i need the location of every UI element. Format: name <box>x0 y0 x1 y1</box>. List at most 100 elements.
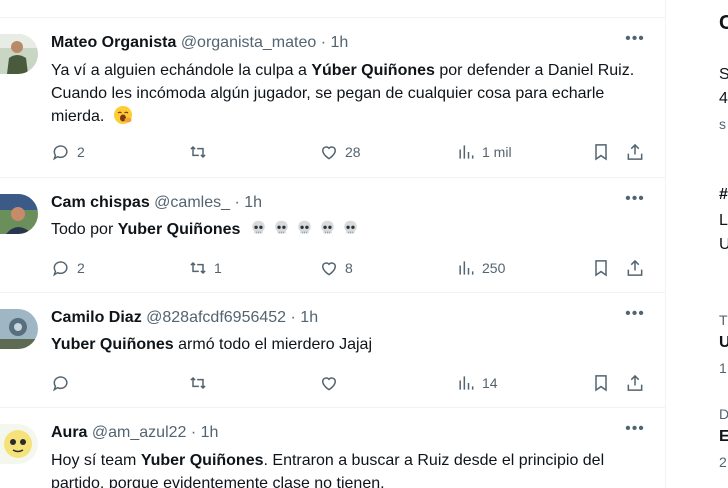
author-name[interactable]: Camilo Diaz <box>51 309 142 326</box>
reply-button[interactable] <box>51 371 77 395</box>
separator-dot: · <box>320 34 327 51</box>
tweet-text: Todo por Yuber Quiñones <box>51 218 651 241</box>
timestamp[interactable]: 1h <box>300 309 318 326</box>
right-sidebar-edge: C S 4 s # L U T U 1 D E 2 <box>667 0 728 488</box>
separator-dot: · <box>190 424 197 441</box>
text-part: Hoy sí team <box>51 452 141 469</box>
text-part: armó todo el mierdero Jajaj <box>173 336 372 353</box>
avatar-aura[interactable] <box>0 424 38 464</box>
like-button[interactable]: 8 <box>319 256 353 280</box>
sidebar-fragment: T <box>719 312 728 328</box>
timestamp[interactable]: 1h <box>330 34 348 51</box>
sidebar-fragment[interactable]: E <box>719 428 728 446</box>
sidebar-fragment: 2 <box>719 454 727 470</box>
retweet-icon <box>190 145 206 159</box>
like-button[interactable]: 28 <box>319 140 361 164</box>
share-icon <box>627 374 643 391</box>
retweet-button[interactable] <box>188 371 214 395</box>
reply-count: 2 <box>77 144 85 160</box>
author-name[interactable]: Cam chispas <box>51 194 150 211</box>
retweet-icon <box>190 376 206 390</box>
share-button[interactable] <box>625 371 645 395</box>
tweet-2[interactable]: Cam chispas @camles_ · 1h ••• Todo por Y… <box>0 178 665 293</box>
reply-count: 2 <box>77 260 85 276</box>
retweet-count: 1 <box>214 260 222 276</box>
tweet-feed: Mateo Organista @organista_mateo · 1h ••… <box>0 0 666 488</box>
skull-emoji-icon <box>275 220 288 234</box>
heart-icon <box>321 146 337 160</box>
views-count: 14 <box>482 375 498 391</box>
sidebar-fragment: S <box>719 66 728 83</box>
more-horizontal-icon[interactable]: ••• <box>624 306 646 327</box>
bookmark-icon <box>595 144 607 161</box>
sidebar-fragment: 4 <box>719 90 728 107</box>
sidebar-fragment: C <box>719 12 728 34</box>
bookmark-button[interactable] <box>591 256 611 280</box>
reply-button[interactable]: 2 <box>51 256 85 280</box>
tweet-text: Hoy sí team Yuber Quiñones. Entraron a b… <box>51 449 651 488</box>
more-horizontal-icon[interactable]: ••• <box>624 191 646 212</box>
like-count: 28 <box>345 144 361 160</box>
avatar-mateo[interactable] <box>0 34 38 74</box>
previous-tweet-edge <box>0 0 665 18</box>
sidebar-fragment: L <box>719 212 728 229</box>
tweet-3[interactable]: Camilo Diaz @828afcdf6956452 · 1h ••• Yu… <box>0 293 665 408</box>
separator-dot: · <box>290 309 296 326</box>
views-button[interactable]: 14 <box>456 371 498 395</box>
author-handle[interactable]: @organista_mateo <box>181 34 316 51</box>
retweet-icon <box>190 261 206 275</box>
text-part: Ya ví a alguien echándole la culpa a <box>51 62 312 79</box>
tweet-text: Ya ví a alguien echándole la culpa a Yúb… <box>51 59 651 128</box>
yawning-face-emoji-icon <box>113 106 132 124</box>
author-name[interactable]: Aura <box>51 424 87 441</box>
bookmark-icon <box>595 260 607 277</box>
tweet-text: Yuber Quiñones armó todo el mierdero Jaj… <box>51 333 651 356</box>
share-button[interactable] <box>625 256 645 280</box>
bookmark-button[interactable] <box>591 140 611 164</box>
author-handle[interactable]: @828afcdf6956452 <box>146 309 286 326</box>
reply-icon <box>53 145 68 161</box>
heart-icon <box>321 377 337 391</box>
views-chart-icon <box>459 145 474 159</box>
skull-emoji-icon <box>321 220 334 234</box>
sidebar-fragment: s <box>719 116 726 132</box>
views-button[interactable]: 250 <box>456 256 505 280</box>
heart-icon <box>321 262 337 276</box>
more-horizontal-icon[interactable]: ••• <box>624 31 646 52</box>
bookmark-icon <box>595 375 607 392</box>
separator-dot: · <box>234 194 240 211</box>
views-chart-icon <box>459 261 474 275</box>
tweet-1[interactable]: Mateo Organista @organista_mateo · 1h ••… <box>0 18 665 178</box>
more-horizontal-icon[interactable]: ••• <box>624 421 646 442</box>
mention-name: Yuber Quiñones <box>51 336 174 353</box>
avatar-cam[interactable] <box>0 194 38 234</box>
retweet-button[interactable] <box>188 140 214 164</box>
share-button[interactable] <box>625 140 645 164</box>
timestamp[interactable]: 1h <box>244 194 262 211</box>
author-handle[interactable]: @camles_ <box>154 194 230 211</box>
skull-emoji-icon <box>252 220 265 234</box>
reply-icon <box>53 376 68 392</box>
mention-name: Yuber Quiñones <box>140 452 264 469</box>
author-name[interactable]: Mateo Organista <box>51 34 176 51</box>
views-chart-icon <box>459 376 474 390</box>
reply-icon <box>53 261 68 277</box>
timestamp[interactable]: 1h <box>201 424 219 441</box>
share-icon <box>627 259 643 276</box>
author-handle[interactable]: @am_azul22 <box>92 424 187 441</box>
tweet-4[interactable]: Aura @am_azul22 · 1h ••• Hoy sí team Yub… <box>0 408 665 488</box>
sidebar-fragment: 1 <box>719 360 727 376</box>
sidebar-fragment[interactable]: # <box>719 186 728 204</box>
reply-button[interactable]: 2 <box>51 140 85 164</box>
like-button[interactable] <box>319 371 345 395</box>
bookmark-button[interactable] <box>591 371 611 395</box>
views-button[interactable]: 1 mil <box>456 140 512 164</box>
sidebar-fragment[interactable]: U <box>719 334 728 352</box>
skull-emoji-icon <box>298 220 311 234</box>
text-part: Todo por <box>51 221 118 238</box>
sidebar-fragment: U <box>719 236 728 253</box>
skull-emoji-row <box>245 220 360 238</box>
avatar-camilo[interactable] <box>0 309 38 349</box>
retweet-button[interactable]: 1 <box>188 256 222 280</box>
share-icon <box>627 143 643 160</box>
